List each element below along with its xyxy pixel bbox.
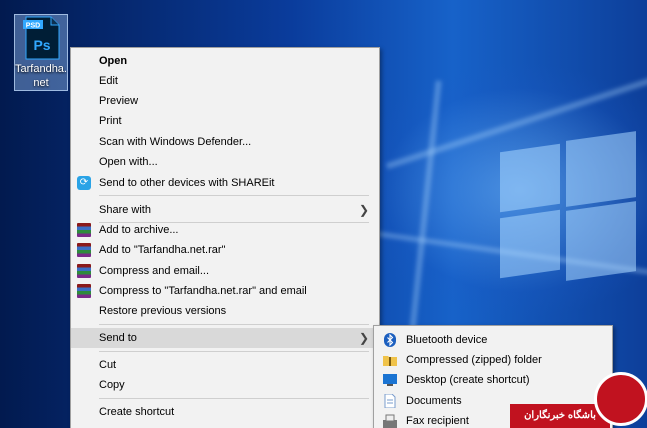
menu-item-label: Add to archive...	[99, 224, 179, 236]
menu-item-label: Add to "Tarfandha.net.rar"	[99, 244, 226, 256]
menu-item-label: Edit	[99, 75, 118, 87]
menu-item-shareit[interactable]: ⟳ Send to other devices with SHAREit	[71, 173, 379, 193]
menu-item-preview[interactable]: Preview	[71, 91, 379, 111]
windows-logo-pane	[500, 209, 560, 279]
menu-item-label: Cut	[99, 359, 117, 371]
menu-item-label: Create shortcut	[99, 406, 175, 418]
context-menu: Open Edit Preview Print Scan with Window…	[70, 47, 380, 428]
menu-item-restore-versions[interactable]: Restore previous versions	[71, 301, 379, 321]
watermark-emblem-icon	[594, 372, 647, 426]
menu-item-label: Share with	[99, 204, 151, 216]
menu-item-add-to-archive[interactable]: Add to archive...	[71, 220, 379, 240]
menu-item-label: Send to other devices with SHAREit	[99, 177, 275, 189]
menu-separator	[99, 398, 369, 399]
menu-item-open-with[interactable]: Open with...	[71, 152, 379, 172]
documents-icon	[384, 394, 396, 408]
desktop-icon	[383, 374, 397, 386]
ps-label: Ps	[33, 37, 50, 53]
menu-item-send-to[interactable]: Send to ❯	[71, 328, 379, 348]
winrar-icon	[77, 264, 91, 278]
menu-item-compress-rar-email[interactable]: Compress to "Tarfandha.net.rar" and emai…	[71, 281, 379, 301]
menu-item-print[interactable]: Print	[71, 111, 379, 131]
menu-item-label: Copy	[99, 379, 125, 391]
send-to-zip[interactable]: Compressed (zipped) folder	[374, 350, 612, 370]
chevron-right-icon: ❯	[358, 331, 369, 345]
menu-item-open[interactable]: Open	[71, 51, 379, 71]
menu-item-label: Compress to "Tarfandha.net.rar" and emai…	[99, 285, 307, 297]
windows-logo-pane	[566, 131, 636, 207]
desktop-file-label[interactable]: Tarfandha.net	[14, 62, 68, 90]
menu-item-label: Compress and email...	[99, 265, 210, 277]
menu-item-add-to-rar[interactable]: Add to "Tarfandha.net.rar"	[71, 240, 379, 260]
submenu-item-label: Documents	[406, 395, 462, 407]
menu-item-compress-email[interactable]: Compress and email...	[71, 261, 379, 281]
watermark-logo: باشگاه خبرنگاران	[510, 372, 647, 428]
winrar-icon	[77, 243, 91, 257]
menu-item-label: Restore previous versions	[99, 305, 227, 317]
shareit-icon: ⟳	[77, 176, 91, 190]
submenu-item-label: Compressed (zipped) folder	[406, 354, 542, 366]
send-to-bluetooth[interactable]: Bluetooth device	[374, 330, 612, 350]
menu-item-label: Open with...	[99, 156, 158, 168]
menu-separator	[99, 324, 369, 325]
menu-item-label: Preview	[99, 95, 139, 107]
photoshop-file-icon: PSD Ps	[23, 16, 60, 60]
menu-item-edit[interactable]: Edit	[71, 71, 379, 91]
menu-item-label: Print	[99, 115, 122, 127]
winrar-icon	[77, 223, 91, 237]
menu-item-share-with[interactable]: Share with ❯	[71, 200, 379, 220]
windows-logo-pane	[500, 143, 560, 213]
psd-badge: PSD	[26, 23, 40, 30]
submenu-item-label: Fax recipient	[406, 415, 469, 427]
submenu-item-label: Bluetooth device	[406, 334, 488, 346]
chevron-right-icon: ❯	[358, 203, 369, 217]
menu-item-label: Scan with Windows Defender...	[99, 136, 252, 148]
winrar-icon	[77, 284, 91, 298]
fax-icon	[383, 414, 397, 428]
menu-item-scan-defender[interactable]: Scan with Windows Defender...	[71, 132, 379, 152]
zip-folder-icon	[383, 356, 397, 366]
menu-item-cut[interactable]: Cut	[71, 355, 379, 375]
menu-separator	[99, 195, 369, 196]
menu-separator	[99, 351, 369, 352]
menu-item-label: Send to	[99, 332, 137, 344]
menu-item-create-shortcut[interactable]: Create shortcut	[71, 402, 379, 422]
windows-logo-pane	[566, 201, 636, 281]
menu-item-label: Open	[99, 55, 128, 67]
bluetooth-icon	[384, 333, 396, 347]
menu-item-copy[interactable]: Copy	[71, 375, 379, 395]
